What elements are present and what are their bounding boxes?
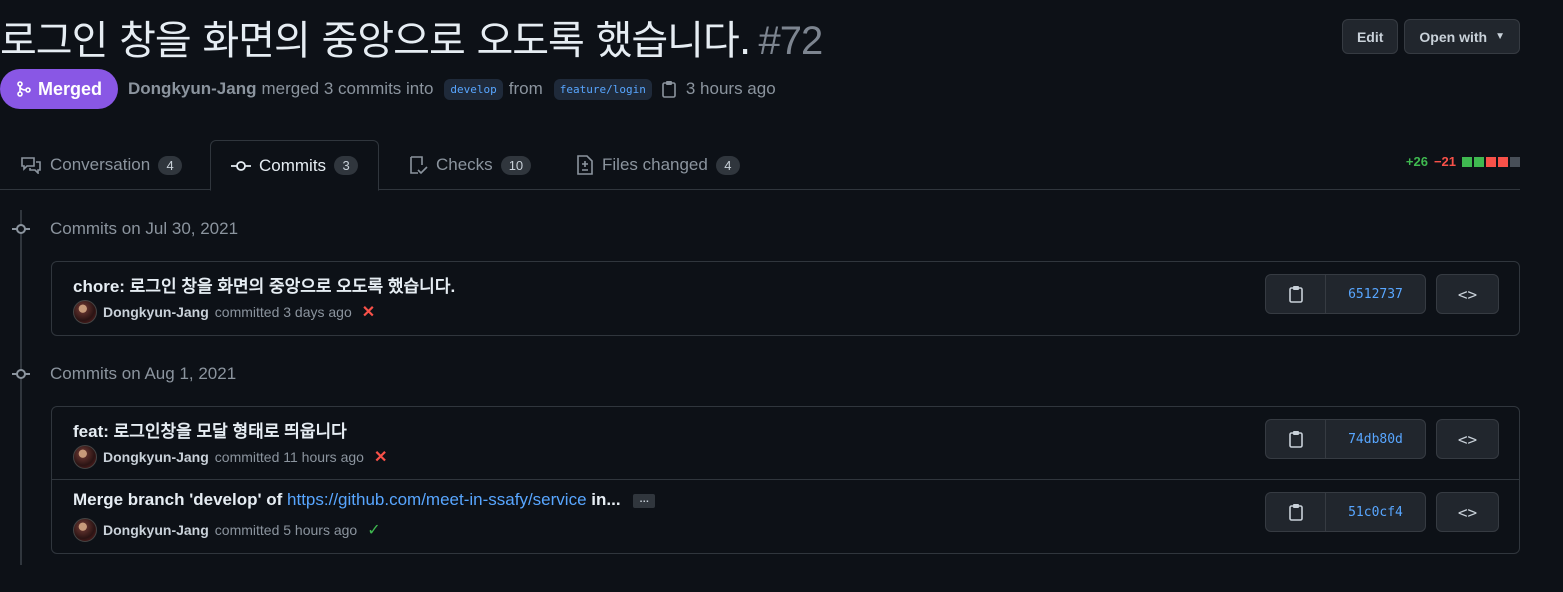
git-merge-icon	[17, 81, 31, 97]
avatar[interactable]	[73, 445, 97, 469]
tab-commits-count: 3	[334, 156, 359, 175]
pr-author-link[interactable]: Dongkyun-Jang	[128, 79, 256, 99]
commit-title-link[interactable]: https://github.com/meet-in-ssafy/service	[287, 490, 587, 509]
tab-conversation-count: 4	[158, 155, 183, 175]
commit-list: feat: 로그인창을 모달 형태로 띄웁니다 Dongkyun-Jang co…	[51, 406, 1520, 554]
commit-meta: Dongkyun-Jang committed 5 hours ago ✓	[73, 518, 381, 542]
commit-time: committed 11 hours ago	[214, 449, 364, 465]
commit-group-header: Commits on Jul 30, 2021	[12, 219, 238, 239]
tab-files-changed[interactable]: Files changed 4	[566, 140, 750, 190]
copy-sha-button[interactable]	[1266, 493, 1326, 531]
commit-actions: 74db80d <>	[1265, 419, 1499, 459]
commit-group-date: Commits on Aug 1, 2021	[50, 364, 237, 383]
diff-deletions: −21	[1433, 154, 1456, 169]
merged-status-badge: Merged	[0, 69, 119, 109]
commit-sha-link[interactable]: 6512737	[1326, 275, 1425, 313]
head-branch[interactable]: feature/login	[553, 78, 652, 100]
tab-commits[interactable]: Commits 3	[210, 140, 380, 191]
pr-meta: Merged Dongkyun-Jang merged 3 commits in…	[0, 69, 776, 109]
diffstat-blocks	[1462, 156, 1520, 167]
commit-sha-link[interactable]: 74db80d	[1326, 420, 1425, 458]
sha-group: 74db80d	[1265, 419, 1426, 459]
clipboard-icon	[1288, 286, 1303, 303]
sha-group: 6512737	[1265, 274, 1426, 314]
commit-actions: 6512737 <>	[1265, 274, 1499, 314]
diff-additions: +26	[1405, 154, 1428, 169]
open-with-label: Open with	[1419, 28, 1488, 45]
pr-title: 로그인 창을 화면의 중앙으로 오도록 했습니다. #72	[0, 8, 824, 66]
commit-time: committed 3 days ago	[214, 304, 352, 320]
commit-author[interactable]: Dongkyun-Jang	[103, 304, 209, 320]
caret-down-icon: ▼	[1495, 31, 1505, 42]
commit-row: Merge branch 'develop' of https://github…	[52, 480, 1519, 553]
browse-code-button[interactable]: <>	[1436, 274, 1499, 314]
commit-title-prefix: Merge branch 'develop' of	[73, 490, 283, 509]
avatar[interactable]	[73, 518, 97, 542]
commit-row: feat: 로그인창을 모달 형태로 띄웁니다 Dongkyun-Jang co…	[52, 407, 1519, 480]
tab-checks-label: Checks	[436, 155, 493, 174]
copy-sha-button[interactable]	[1266, 275, 1326, 313]
tab-commits-label: Commits	[259, 155, 327, 175]
code-icon: <>	[1457, 429, 1478, 449]
open-with-button[interactable]: Open with ▼	[1404, 19, 1520, 54]
merged-label: Merged	[38, 78, 103, 99]
commit-row: chore: 로그인 창을 화면의 중앙으로 오도록 했습니다. Dongkyu…	[52, 262, 1519, 335]
pr-header: 로그인 창을 화면의 중앙으로 오도록 했습니다. #72 Edit Open w…	[0, 0, 1520, 120]
commit-meta: Dongkyun-Jang committed 3 days ago ✕	[73, 300, 375, 324]
merge-time: 3 hours ago	[685, 79, 776, 98]
commit-author[interactable]: Dongkyun-Jang	[103, 449, 209, 465]
commit-time: committed 5 hours ago	[214, 522, 358, 538]
clipboard-icon	[1288, 504, 1303, 521]
checklist-icon	[410, 156, 428, 175]
browse-code-button[interactable]: <>	[1436, 419, 1499, 459]
diffstat: +26 −21	[1406, 154, 1520, 169]
check-icon[interactable]: ✓	[367, 520, 380, 540]
base-branch[interactable]: develop	[444, 78, 503, 100]
comment-discussion-icon	[21, 157, 41, 174]
tab-checks-count: 10	[500, 155, 532, 175]
tab-files-changed-label: Files changed	[602, 155, 708, 174]
tab-files-changed-count: 4	[715, 155, 740, 175]
avatar[interactable]	[73, 300, 97, 324]
commit-title[interactable]: Merge branch 'develop' of https://github…	[73, 490, 656, 510]
clipboard-icon	[1288, 431, 1303, 448]
from-text: from	[508, 79, 543, 98]
git-commit-icon	[231, 160, 251, 171]
browse-code-button[interactable]: <>	[1436, 492, 1499, 532]
commit-meta: Dongkyun-Jang committed 11 hours ago ✕	[73, 445, 387, 469]
sha-group: 51c0cf4	[1265, 492, 1426, 532]
commit-title[interactable]: chore: 로그인 창을 화면의 중앙으로 오도록 했습니다.	[73, 272, 455, 297]
code-icon: <>	[1457, 502, 1478, 522]
commit-list: chore: 로그인 창을 화면의 중앙으로 오도록 했습니다. Dongkyu…	[51, 261, 1520, 336]
pr-tabs: Conversation 4 Commits 3 Checks 10 Files…	[0, 140, 1520, 191]
copy-sha-button[interactable]	[1266, 420, 1326, 458]
tab-checks[interactable]: Checks 10	[398, 140, 541, 190]
commit-sha-link[interactable]: 51c0cf4	[1326, 493, 1425, 531]
edit-button[interactable]: Edit	[1341, 19, 1399, 54]
commit-author[interactable]: Dongkyun-Jang	[103, 522, 209, 538]
timeline-line	[20, 210, 22, 565]
tab-conversation[interactable]: Conversation 4	[10, 140, 192, 190]
commit-actions: 51c0cf4 <>	[1265, 492, 1499, 532]
commit-group-header: Commits on Aug 1, 2021	[12, 364, 236, 384]
pr-number: #72	[758, 19, 824, 63]
commit-title[interactable]: feat: 로그인창을 모달 형태로 띄웁니다	[73, 417, 347, 442]
file-diff-icon	[577, 155, 593, 175]
tab-conversation-label: Conversation	[50, 155, 151, 174]
git-commit-icon	[12, 222, 30, 236]
merge-text: merged 3 commits into	[261, 79, 434, 98]
commit-title-suffix: in...	[591, 490, 621, 509]
code-icon: <>	[1457, 284, 1478, 304]
expand-message-button[interactable]: …	[633, 493, 656, 508]
commit-group-date: Commits on Jul 30, 2021	[50, 219, 239, 238]
x-icon[interactable]: ✕	[362, 302, 375, 322]
git-commit-icon	[12, 367, 30, 381]
copy-branch-icon[interactable]	[662, 80, 676, 98]
pr-title-text: 로그인 창을 화면의 중앙으로 오도록 했습니다.	[0, 18, 751, 64]
header-actions: Edit Open with ▼	[1341, 19, 1520, 54]
x-icon[interactable]: ✕	[374, 447, 387, 467]
